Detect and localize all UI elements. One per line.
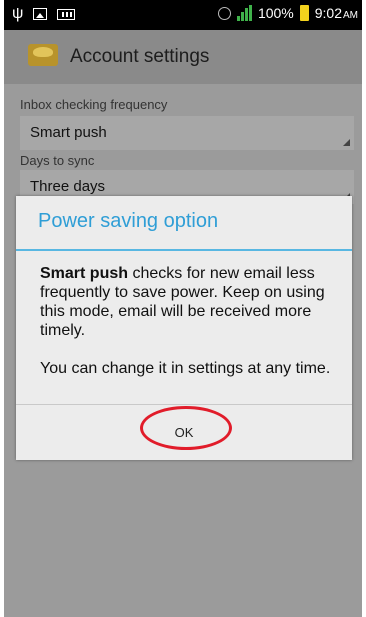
dialog-message-paragraph-1: Smart push checks for new email less fre…	[40, 264, 332, 340]
dialog-message-bold: Smart push	[40, 265, 129, 282]
alarm-icon	[217, 6, 231, 20]
days-to-sync-value: Three days	[30, 178, 106, 195]
ok-button[interactable]: OK	[16, 405, 352, 460]
inbox-frequency-label: Inbox checking frequency	[20, 97, 168, 112]
battery-icon	[299, 5, 309, 21]
action-bar: Account settings	[4, 30, 362, 84]
inbox-frequency-spinner[interactable]: Smart push	[20, 116, 354, 150]
keyboard-icon	[57, 8, 76, 20]
clock-time: 9:02	[314, 5, 342, 21]
dialog-message: Smart push checks for new email less fre…	[40, 264, 332, 378]
inbox-frequency-value: Smart push	[30, 124, 107, 141]
battery-percent: 100%	[257, 5, 294, 21]
dropdown-arrow-icon	[343, 139, 350, 146]
clock-ampm: AM	[343, 10, 358, 21]
phone-screen: ψ 100% 9:02AM Account settings Inbox che…	[4, 0, 362, 617]
status-bar: ψ 100% 9:02AM	[4, 0, 362, 30]
page-title: Account settings	[70, 46, 210, 67]
power-saving-dialog: Power saving option Smart push checks fo…	[16, 196, 352, 460]
dialog-title-divider	[16, 249, 352, 251]
dialog-title: Power saving option	[38, 210, 219, 232]
signal-icon	[236, 5, 252, 21]
status-indicators: 100% 9:02AM	[217, 5, 358, 21]
dialog-message-paragraph-2: You can change it in settings at any tim…	[40, 360, 331, 377]
status-notifications: ψ	[12, 5, 76, 22]
usb-icon: ψ	[12, 5, 24, 22]
clock: 9:02AM	[315, 5, 358, 21]
email-app-icon[interactable]	[28, 44, 58, 66]
days-to-sync-label: Days to sync	[20, 153, 95, 168]
image-icon	[33, 8, 48, 20]
